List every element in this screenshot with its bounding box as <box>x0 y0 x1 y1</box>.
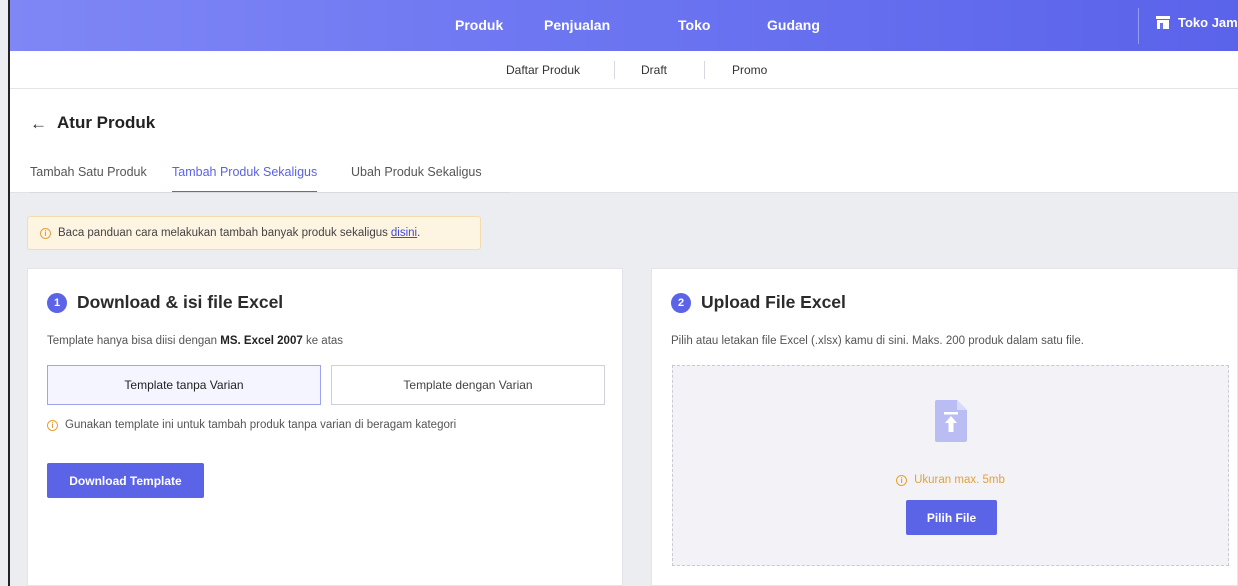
download-card: 1 Download & isi file Excel Template han… <box>27 268 623 586</box>
tab-tambah-satu-produk[interactable]: Tambah Satu Produk <box>30 165 147 193</box>
step-badge: 2 <box>671 292 691 313</box>
download-card-heading: Download & isi file Excel <box>77 292 284 312</box>
file-size-text: Ukuran max. 5mb <box>914 474 1005 486</box>
tab-tambah-produk-sekaligus[interactable]: Tambah Produk Sekaligus <box>172 165 318 193</box>
upload-instructions: Pilih atau letakan file Excel (.xlsx) ka… <box>671 335 1084 347</box>
arrow-left-icon[interactable]: ← <box>30 114 47 134</box>
banner-suffix: . <box>417 227 421 239</box>
subnav-divider <box>704 61 705 79</box>
store-switcher[interactable]: Toko Jamal <box>1156 15 1238 30</box>
tab-underline-track <box>30 192 510 193</box>
window-frame-edge <box>8 0 10 586</box>
nav-toko[interactable]: Toko <box>678 17 710 33</box>
file-upload-icon <box>935 400 967 442</box>
upload-card-title: 2 Upload File Excel <box>671 292 846 313</box>
tab-ubah-produk-sekaligus[interactable]: Ubah Produk Sekaligus <box>351 165 482 193</box>
store-name: Toko Jamal <box>1178 15 1238 30</box>
page-title: Atur Produk <box>57 113 156 132</box>
sub-navigation: Daftar Produk Draft Promo <box>10 51 1238 89</box>
file-size-note: i Ukuran max. 5mb <box>673 474 1228 486</box>
step-badge: 1 <box>47 292 67 313</box>
template-hint-text: Gunakan template ini untuk tambah produk… <box>65 419 457 431</box>
template-dengan-varian-option[interactable]: Template dengan Varian <box>331 365 605 405</box>
nav-produk[interactable]: Produk <box>455 17 503 33</box>
page-header: ← Atur Produk Tambah Satu Produk Tambah … <box>10 89 1238 193</box>
nav-penjualan[interactable]: Penjualan <box>544 17 610 33</box>
file-dropzone[interactable]: i Ukuran max. 5mb Pilih File <box>672 365 1229 566</box>
info-banner: i Baca panduan cara melakukan tambah ban… <box>27 216 481 250</box>
store-icon <box>1156 16 1170 29</box>
template-hint: i Gunakan template ini untuk tambah prod… <box>47 419 456 431</box>
subnav-daftar-produk[interactable]: Daftar Produk <box>506 63 580 77</box>
nav-divider <box>1138 8 1139 44</box>
subnav-divider <box>614 61 615 79</box>
banner-text: Baca panduan cara melakukan tambah banya… <box>58 227 388 239</box>
requirement-prefix: Template hanya bisa diisi dengan <box>47 335 218 347</box>
requirement-suffix: ke atas <box>305 335 344 347</box>
info-icon: i <box>896 474 908 486</box>
top-navigation: Produk Penjualan Toko Gudang Toko Jamal <box>10 0 1238 51</box>
subnav-draft[interactable]: Draft <box>641 63 667 77</box>
download-card-title: 1 Download & isi file Excel <box>47 292 283 313</box>
download-template-button[interactable]: Download Template <box>47 463 204 498</box>
info-icon: i <box>40 227 51 239</box>
info-icon: i <box>47 419 58 431</box>
pick-file-button[interactable]: Pilih File <box>906 500 997 535</box>
requirement-version: MS. Excel 2007 <box>220 335 303 347</box>
upload-card-heading: Upload File Excel <box>701 292 846 312</box>
upload-card: 2 Upload File Excel Pilih atau letakan f… <box>651 268 1238 586</box>
subnav-promo[interactable]: Promo <box>732 63 767 77</box>
template-tanpa-varian-option[interactable]: Template tanpa Varian <box>47 365 321 405</box>
nav-gudang[interactable]: Gudang <box>767 17 820 33</box>
banner-guide-link[interactable]: disini <box>391 227 417 239</box>
excel-requirement-text: Template hanya bisa diisi dengan MS. Exc… <box>47 335 343 347</box>
